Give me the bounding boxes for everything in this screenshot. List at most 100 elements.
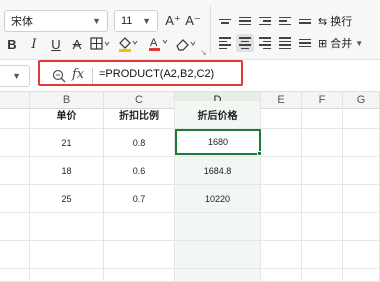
- borders-button[interactable]: [88, 34, 112, 54]
- grid-cell[interactable]: [343, 241, 380, 269]
- grid-cell[interactable]: [104, 269, 175, 282]
- italic-icon: I: [31, 36, 37, 52]
- grid-cell[interactable]: [302, 241, 343, 269]
- divider: [210, 6, 211, 54]
- underline-button[interactable]: U: [46, 34, 66, 54]
- grid-cell[interactable]: [261, 157, 302, 185]
- cell-c1[interactable]: 折扣比例: [104, 101, 175, 129]
- grid-cell[interactable]: [104, 241, 175, 269]
- grid-cell[interactable]: [175, 269, 261, 282]
- fx-icon: fx: [72, 67, 85, 82]
- font-color-icon: A: [149, 37, 168, 51]
- name-box[interactable]: ▼: [0, 65, 30, 87]
- cell-d1[interactable]: 折后价格: [175, 101, 261, 129]
- strikethrough-icon: A: [72, 36, 82, 52]
- grid-cell[interactable]: [30, 213, 104, 241]
- strikethrough-button[interactable]: A: [67, 34, 87, 54]
- grid-cell[interactable]: [302, 185, 343, 213]
- grid-cell[interactable]: [104, 213, 175, 241]
- grid-cell[interactable]: [30, 269, 104, 282]
- align-right-button[interactable]: [256, 34, 274, 52]
- grid-cell[interactable]: [0, 101, 30, 129]
- fill-handle[interactable]: [257, 151, 262, 156]
- grid-cell[interactable]: [302, 157, 343, 185]
- orientation-button[interactable]: [296, 12, 314, 30]
- grid-cell[interactable]: [0, 213, 30, 241]
- grid-cell[interactable]: [343, 157, 380, 185]
- grid-cell[interactable]: [0, 269, 30, 282]
- fill-color-button[interactable]: [116, 34, 140, 54]
- grid-cell[interactable]: [343, 185, 380, 213]
- grid-cell[interactable]: [302, 213, 343, 241]
- clear-format-button[interactable]: [174, 34, 198, 54]
- chevron-down-icon: ▼: [355, 38, 364, 48]
- grid-cell[interactable]: [0, 185, 30, 213]
- shrink-font-button[interactable]: A⁻: [183, 11, 203, 31]
- cell-b2[interactable]: 21: [30, 129, 104, 157]
- font-size-value: 11: [121, 15, 133, 27]
- merge-icon: ⊞: [318, 37, 328, 50]
- grid-cell[interactable]: [261, 213, 302, 241]
- grid-cell[interactable]: [30, 241, 104, 269]
- grid-cell[interactable]: [343, 129, 380, 157]
- eraser-icon: [176, 39, 196, 51]
- font-color-button[interactable]: A: [146, 33, 170, 53]
- zoom-formula-icon[interactable]: [52, 69, 66, 86]
- chevron-down-icon: ▼: [142, 16, 151, 26]
- grid-cell[interactable]: [302, 269, 343, 282]
- paint-bucket-icon: [119, 37, 138, 52]
- justify-button[interactable]: [276, 34, 294, 52]
- grid-cell[interactable]: [302, 129, 343, 157]
- chevron-down-icon: ▼: [12, 71, 21, 81]
- ribbon-toolbar: 宋体 ▼ 11 ▼ A⁺ A⁻ B I U A A ↘ ⇆ 换行 ⊞ 合并 ▼: [0, 0, 380, 60]
- bold-icon: B: [7, 36, 17, 52]
- cell-b4[interactable]: 25: [30, 185, 104, 213]
- distributed-button[interactable]: [296, 34, 314, 52]
- merge-cells-button[interactable]: ⊞ 合并 ▼: [318, 35, 363, 51]
- borders-icon: [90, 37, 110, 50]
- font-size-dropdown[interactable]: 11 ▼: [114, 10, 158, 32]
- grid-cell[interactable]: [0, 241, 30, 269]
- chevron-down-icon: ▼: [92, 16, 101, 26]
- grid-cell[interactable]: [302, 101, 343, 129]
- grid-cell[interactable]: [175, 213, 261, 241]
- grid-cell[interactable]: [175, 241, 261, 269]
- active-cell-d2[interactable]: 1680: [175, 129, 261, 155]
- align-middle-button[interactable]: [236, 12, 254, 30]
- cell-d4[interactable]: 10220: [175, 185, 261, 213]
- cell-c4[interactable]: 0.7: [104, 185, 175, 213]
- grid-cell[interactable]: [261, 269, 302, 282]
- cell-c2[interactable]: 0.8: [104, 129, 175, 157]
- grid-cell[interactable]: [0, 157, 30, 185]
- cell-c3[interactable]: 0.6: [104, 157, 175, 185]
- italic-button[interactable]: I: [24, 34, 44, 54]
- formula-bar: ▼ fx =PRODUCT(A2,B2,C2): [0, 60, 380, 92]
- insert-function-button[interactable]: fx: [72, 67, 84, 82]
- divider: [92, 68, 93, 84]
- indent-increase-button[interactable]: [276, 12, 294, 30]
- wrap-text-button[interactable]: ⇆ 换行: [318, 13, 352, 29]
- grid-cell[interactable]: [261, 129, 302, 157]
- align-top-button[interactable]: [216, 12, 234, 30]
- grid-cell[interactable]: [343, 269, 380, 282]
- cell-d3[interactable]: 1684.8: [175, 157, 261, 185]
- bold-button[interactable]: B: [2, 34, 22, 54]
- svg-text:A: A: [150, 37, 158, 49]
- grid-cell[interactable]: [0, 129, 30, 157]
- grow-font-button[interactable]: A⁺: [163, 11, 183, 31]
- font-name-dropdown[interactable]: 宋体 ▼: [4, 10, 108, 32]
- merge-label: 合并: [330, 38, 353, 50]
- cell-b1[interactable]: 单价: [30, 101, 104, 129]
- grid-cell[interactable]: [343, 213, 380, 241]
- grid-cell[interactable]: [261, 101, 302, 129]
- grid-cell[interactable]: [343, 101, 380, 129]
- font-group-expand-icon[interactable]: ↘: [200, 48, 207, 57]
- cell-b3[interactable]: 18: [30, 157, 104, 185]
- font-name-value: 宋体: [11, 16, 33, 28]
- grid-cell[interactable]: [261, 241, 302, 269]
- formula-input[interactable]: =PRODUCT(A2,B2,C2): [99, 68, 214, 80]
- align-left-button[interactable]: [216, 34, 234, 52]
- align-center-button[interactable]: [236, 34, 254, 52]
- indent-decrease-button[interactable]: [256, 12, 274, 30]
- grid-cell[interactable]: [261, 185, 302, 213]
